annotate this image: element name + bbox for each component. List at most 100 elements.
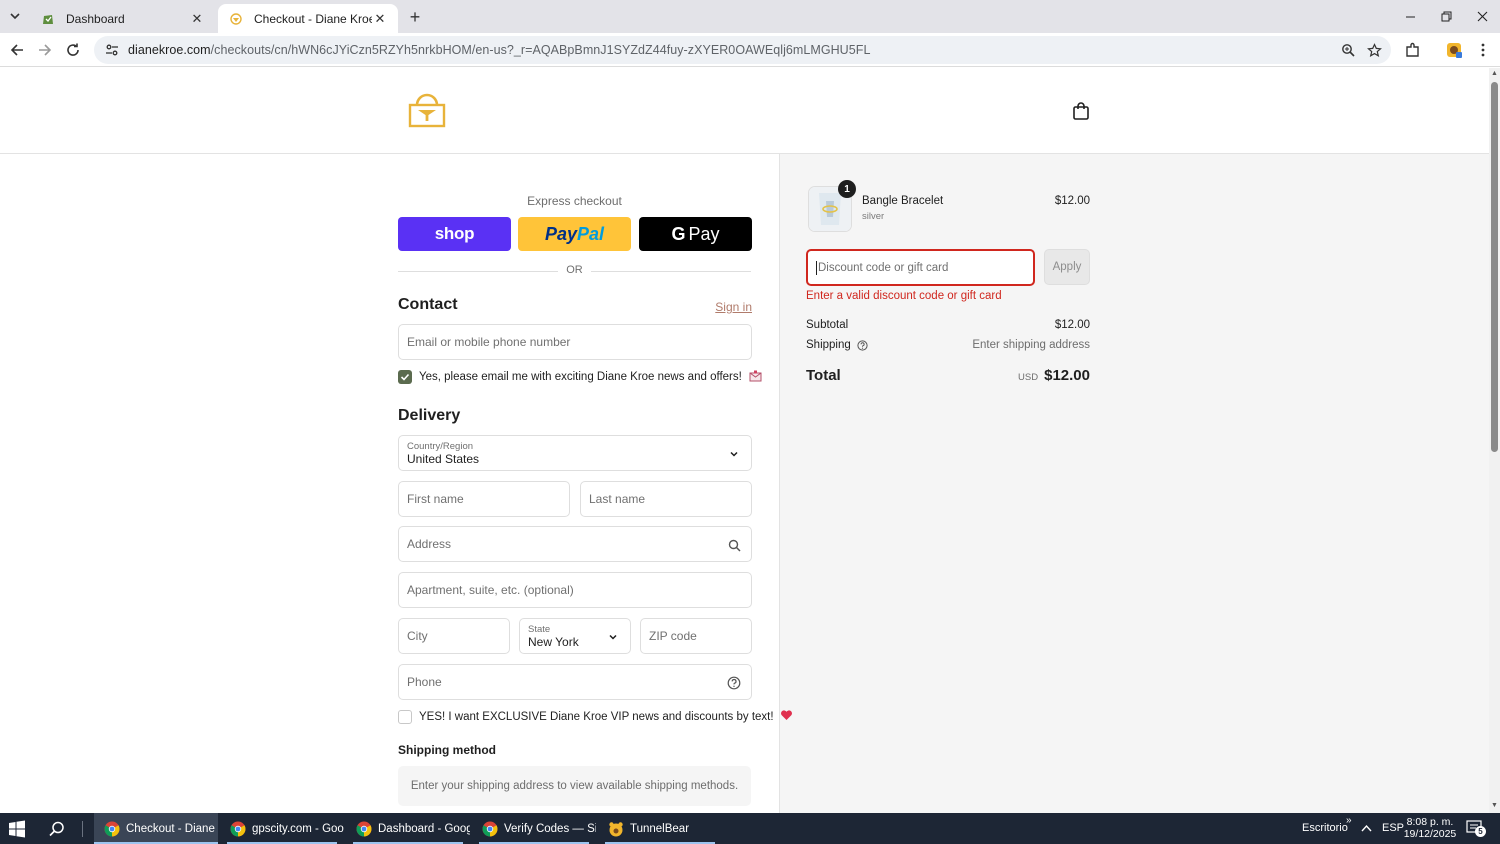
email-optin-checkbox[interactable]	[398, 370, 412, 384]
system-clock[interactable]: 8:08 p. m. 19/12/2025	[1398, 816, 1462, 840]
minimize-button[interactable]	[1392, 0, 1428, 33]
chrome-icon	[230, 821, 246, 836]
close-tab-icon[interactable]: ✕	[372, 11, 388, 27]
scroll-down-icon[interactable]: ▼	[1491, 802, 1498, 810]
email-optin-text: Yes, please email me with exciting Diane…	[419, 371, 742, 383]
shipping-value: Enter shipping address	[972, 339, 1090, 351]
taskbar-item-tunnelbear[interactable]: TunnelBear	[598, 813, 722, 844]
chevron-up-icon[interactable]	[1361, 824, 1372, 832]
taskbar-item-verify-codes[interactable]: Verify Codes — Sim...	[472, 813, 596, 844]
checkout-header	[0, 68, 1489, 154]
email-field[interactable]: Email or mobile phone number	[398, 324, 752, 360]
desktop-label[interactable]: Escritorio	[1302, 822, 1348, 834]
or-label: OR	[566, 264, 583, 276]
shop-pay-button[interactable]: shop	[398, 217, 511, 251]
sms-optin-checkbox[interactable]	[398, 710, 412, 724]
clock-time: 8:08 p. m.	[1406, 816, 1454, 828]
windows-taskbar: Checkout - Diane K... gpscity.com - Goo.…	[0, 813, 1500, 844]
apply-label: Apply	[1052, 261, 1082, 273]
tab-search-button[interactable]	[4, 5, 26, 27]
subtotal-value: $12.00	[1054, 319, 1090, 331]
shipping-method-placeholder: Enter your shipping address to view avai…	[398, 766, 751, 806]
delivery-title: Delivery	[398, 407, 461, 424]
google-pay-label: Pay	[688, 223, 720, 244]
tab-title: Dashboard	[66, 11, 125, 26]
page-scrollbar[interactable]: ▲ ▼	[1489, 68, 1500, 813]
city-field[interactable]: City	[398, 618, 510, 654]
tab-strip: Dashboard ✕ Checkout - Diane Kroe ✕ +	[0, 0, 1500, 33]
extensions-button[interactable]	[1401, 38, 1425, 62]
checkmark-icon	[400, 373, 410, 381]
divider-line	[591, 271, 751, 272]
scroll-up-icon[interactable]: ▲	[1491, 70, 1498, 78]
notification-count: 5	[1475, 826, 1486, 837]
arrow-right-icon	[39, 44, 52, 56]
chevron-down-icon	[726, 446, 742, 462]
phone-placeholder: Phone	[407, 675, 442, 689]
taskbar-item-gpscity[interactable]: gpscity.com - Goo...	[220, 813, 344, 844]
apartment-field[interactable]: Apartment, suite, etc. (optional)	[398, 572, 752, 608]
new-tab-button[interactable]: +	[404, 6, 426, 28]
discount-code-field[interactable]: Discount code or gift card	[806, 249, 1035, 286]
sms-optin-label: YES! I want EXCLUSIVE Diane Kroe VIP new…	[419, 710, 793, 723]
apartment-placeholder: Apartment, suite, etc. (optional)	[407, 583, 574, 597]
gift-mail-icon	[749, 370, 762, 382]
search-icon	[726, 537, 742, 553]
paypal-button[interactable]: Pay Pal	[518, 217, 631, 251]
address-bar[interactable]: dianekroe.com/checkouts/cn/hWN6cJYiCzn5R…	[94, 36, 1391, 64]
close-window-button[interactable]	[1464, 0, 1500, 33]
discount-placeholder: Discount code or gift card	[818, 261, 949, 274]
windows-start-icon[interactable]	[8, 820, 26, 838]
phone-field[interactable]: Phone	[398, 664, 752, 700]
search-icon[interactable]	[48, 820, 66, 838]
zoom-icon[interactable]	[1335, 37, 1361, 63]
bookmark-star-icon[interactable]	[1361, 37, 1387, 63]
close-tab-icon[interactable]: ✕	[189, 11, 205, 27]
state-value: New York	[528, 634, 579, 649]
zip-placeholder: ZIP code	[649, 629, 697, 643]
restore-button[interactable]	[1428, 0, 1464, 33]
help-circle-icon[interactable]	[857, 339, 868, 351]
sign-in-link[interactable]: Sign in	[700, 300, 752, 314]
tunnelbear-icon	[1447, 43, 1462, 58]
country-label: Country/Region	[407, 440, 474, 452]
help-circle-icon[interactable]	[726, 675, 742, 691]
diane-kroe-logo[interactable]	[406, 88, 448, 130]
back-button[interactable]	[5, 38, 29, 62]
taskbar-item-dashboard[interactable]: Dashboard - Googl...	[346, 813, 470, 844]
apply-discount-button[interactable]: Apply	[1044, 249, 1090, 285]
product-name: Bangle Bracelet	[862, 195, 944, 207]
scrollbar-thumb[interactable]	[1491, 82, 1498, 452]
double-chevron-icon[interactable]: »	[1346, 815, 1352, 826]
first-name-field[interactable]: First name	[398, 481, 570, 517]
zip-code-field[interactable]: ZIP code	[640, 618, 752, 654]
taskbar-item-checkout[interactable]: Checkout - Diane K...	[94, 813, 218, 844]
puzzle-icon	[1406, 42, 1419, 57]
notification-center-button[interactable]: 5	[1466, 820, 1486, 837]
reload-button[interactable]	[61, 38, 85, 62]
google-pay-button[interactable]: G Pay	[639, 217, 752, 251]
forward-button[interactable]	[33, 38, 57, 62]
tunnelbear-extension-button[interactable]	[1442, 38, 1466, 62]
shopping-bag-icon[interactable]	[1072, 101, 1090, 121]
tab-title: Checkout - Diane Kroe	[254, 11, 372, 26]
arrow-left-icon	[10, 44, 23, 56]
tab-dashboard[interactable]: Dashboard ✕	[30, 4, 215, 33]
last-name-field[interactable]: Last name	[580, 481, 752, 517]
country-value: United States	[407, 451, 480, 466]
browser-menu-button[interactable]	[1471, 38, 1495, 62]
shipping-method-title: Shipping method	[398, 743, 496, 757]
subtotal-row: Subtotal $12.00	[806, 319, 1090, 333]
state-select[interactable]: State New York	[519, 618, 631, 654]
email-placeholder: Email or mobile phone number	[407, 335, 571, 349]
text-caret	[816, 260, 817, 275]
site-info-icon[interactable]	[102, 40, 122, 60]
country-select[interactable]: Country/Region United States	[398, 435, 752, 471]
tab-checkout[interactable]: Checkout - Diane Kroe ✕	[218, 4, 398, 33]
address-field[interactable]: Address	[398, 526, 752, 562]
taskbar-item-label: Checkout - Diane K...	[126, 822, 218, 835]
total-amount: USD $12.00	[1018, 367, 1090, 384]
last-name-placeholder: Last name	[589, 492, 646, 506]
chevron-down-icon	[10, 13, 20, 20]
product-variant: silver	[862, 211, 885, 222]
